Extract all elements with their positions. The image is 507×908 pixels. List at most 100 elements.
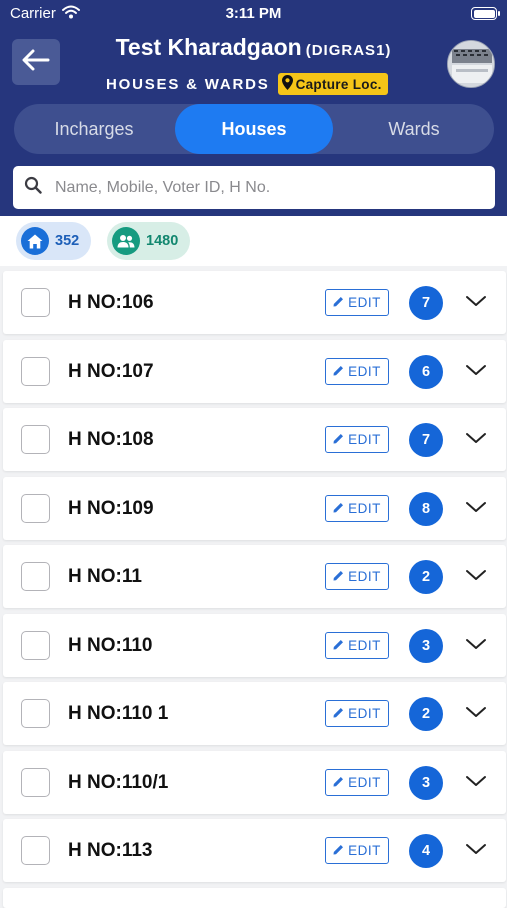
- tab-houses[interactable]: Houses: [175, 104, 333, 154]
- stats-bar: 352 1480: [0, 216, 507, 266]
- chevron-down-icon[interactable]: [465, 705, 487, 724]
- edit-button[interactable]: EDIT: [325, 700, 389, 727]
- house-row[interactable]: H NO:109 EDIT 8: [3, 476, 506, 540]
- edit-label: EDIT: [348, 295, 381, 310]
- row-checkbox[interactable]: [21, 356, 50, 386]
- page-title: Test Kharadgaon (DIGRAS1): [0, 34, 507, 61]
- pencil-icon: [333, 501, 348, 516]
- edit-label: EDIT: [348, 500, 381, 516]
- chevron-down-icon[interactable]: [465, 294, 487, 313]
- voter-count-badge: 2: [409, 560, 443, 594]
- edit-button[interactable]: EDIT: [325, 837, 389, 864]
- search-input[interactable]: [55, 178, 455, 197]
- chevron-down-icon[interactable]: [465, 500, 487, 519]
- row-checkbox[interactable]: [21, 493, 50, 523]
- row-checkbox[interactable]: [21, 699, 50, 728]
- pencil-icon: [333, 775, 348, 790]
- edit-button[interactable]: EDIT: [325, 289, 389, 316]
- house-row[interactable]: H NO:106 EDIT 7: [3, 271, 506, 334]
- house-row[interactable]: H NO:110 EDIT 3: [3, 613, 506, 677]
- house-row[interactable]: H NO:113 EDIT 4: [3, 819, 506, 882]
- app-header: Carrier 3:11 PM Test Kharadgaon (DIGRAS1)…: [0, 0, 507, 216]
- houses-count: 352: [55, 233, 80, 249]
- home-icon: [21, 227, 49, 255]
- house-number: H NO:11: [68, 566, 142, 587]
- search-icon: [13, 176, 42, 199]
- voter-count-badge: 6: [409, 354, 443, 389]
- house-number: H NO:108: [68, 429, 154, 450]
- avatar[interactable]: [447, 40, 495, 88]
- edit-button[interactable]: EDIT: [325, 768, 389, 796]
- status-bar: Carrier 3:11 PM: [0, 0, 507, 28]
- house-number: H NO:109: [68, 497, 154, 519]
- village-code: (DIGRAS1): [305, 42, 392, 59]
- subtitle-text: HOUSES & WARDS: [106, 75, 270, 93]
- house-row[interactable]: H NO:110 1 EDIT 2: [3, 682, 506, 745]
- row-checkbox[interactable]: [21, 425, 50, 454]
- house-number: H NO:110: [68, 634, 153, 656]
- edit-label: EDIT: [348, 637, 381, 653]
- house-number: H NO:110 1: [68, 703, 169, 724]
- pencil-icon: [333, 843, 348, 858]
- location-pin-icon: [281, 75, 296, 93]
- capture-location-button[interactable]: Capture Loc.: [277, 73, 388, 95]
- edit-button[interactable]: EDIT: [325, 357, 389, 385]
- pencil-icon: [333, 295, 348, 310]
- pencil-icon: [333, 569, 348, 584]
- edit-label: EDIT: [348, 432, 381, 447]
- edit-label: EDIT: [348, 569, 381, 584]
- house-row[interactable]: H NO:110/1 EDIT 3: [3, 750, 506, 814]
- voter-count-badge: 2: [409, 697, 443, 731]
- voter-count-badge: 7: [409, 423, 443, 457]
- chevron-down-icon[interactable]: [465, 774, 487, 793]
- chevron-down-icon[interactable]: [465, 842, 487, 861]
- house-row[interactable]: H NO:107 EDIT 6: [3, 339, 506, 403]
- status-time: 3:11 PM: [225, 5, 282, 22]
- capture-label: Capture Loc.: [295, 76, 382, 92]
- tab-wards[interactable]: Wards: [334, 104, 494, 154]
- edit-button[interactable]: EDIT: [325, 426, 389, 453]
- voters-count: 1480: [146, 233, 179, 249]
- tab-incharges[interactable]: Incharges: [14, 104, 174, 154]
- row-checkbox[interactable]: [21, 288, 50, 317]
- pencil-icon: [333, 432, 348, 447]
- chevron-down-icon[interactable]: [465, 637, 487, 656]
- row-checkbox[interactable]: [21, 767, 50, 797]
- pencil-icon: [333, 706, 348, 721]
- row-checkbox[interactable]: [21, 836, 50, 865]
- segmented-tabs: Incharges Houses Wards: [14, 104, 494, 154]
- voter-count-badge: 4: [409, 834, 443, 868]
- house-number: H NO:106: [68, 292, 154, 313]
- battery-icon: [471, 7, 500, 20]
- row-checkbox[interactable]: [21, 562, 50, 591]
- house-number: H NO:107: [68, 360, 154, 382]
- voters-count-chip: 1480: [107, 222, 191, 260]
- village-name: Test Kharadgaon: [115, 34, 302, 60]
- page-subtitle: HOUSES & WARDS Capture Loc.: [106, 72, 388, 96]
- edit-label: EDIT: [348, 843, 381, 858]
- chevron-down-icon[interactable]: [465, 431, 487, 450]
- voter-count-badge: 8: [409, 491, 443, 526]
- chevron-down-icon[interactable]: [465, 568, 487, 587]
- houses-count-chip: 352: [16, 222, 92, 260]
- pencil-icon: [333, 638, 348, 653]
- edit-button[interactable]: EDIT: [325, 563, 389, 590]
- row-checkbox[interactable]: [21, 630, 50, 660]
- voter-count-badge: 7: [409, 286, 443, 320]
- edit-label: EDIT: [348, 706, 381, 721]
- house-row[interactable]: H NO:11 EDIT 2: [3, 545, 506, 608]
- people-icon: [112, 227, 140, 255]
- house-number: H NO:113: [68, 840, 153, 861]
- edit-button[interactable]: EDIT: [325, 494, 389, 522]
- voter-count-badge: 3: [409, 765, 443, 800]
- house-row-partial: [3, 887, 506, 908]
- search-bar: [13, 166, 495, 209]
- house-row[interactable]: H NO:108 EDIT 7: [3, 408, 506, 471]
- voter-count-badge: 3: [409, 628, 443, 663]
- chevron-down-icon[interactable]: [465, 363, 487, 382]
- pencil-icon: [333, 364, 348, 379]
- edit-label: EDIT: [348, 363, 381, 379]
- edit-label: EDIT: [348, 774, 381, 790]
- house-number: H NO:110/1: [68, 771, 169, 793]
- edit-button[interactable]: EDIT: [325, 631, 389, 659]
